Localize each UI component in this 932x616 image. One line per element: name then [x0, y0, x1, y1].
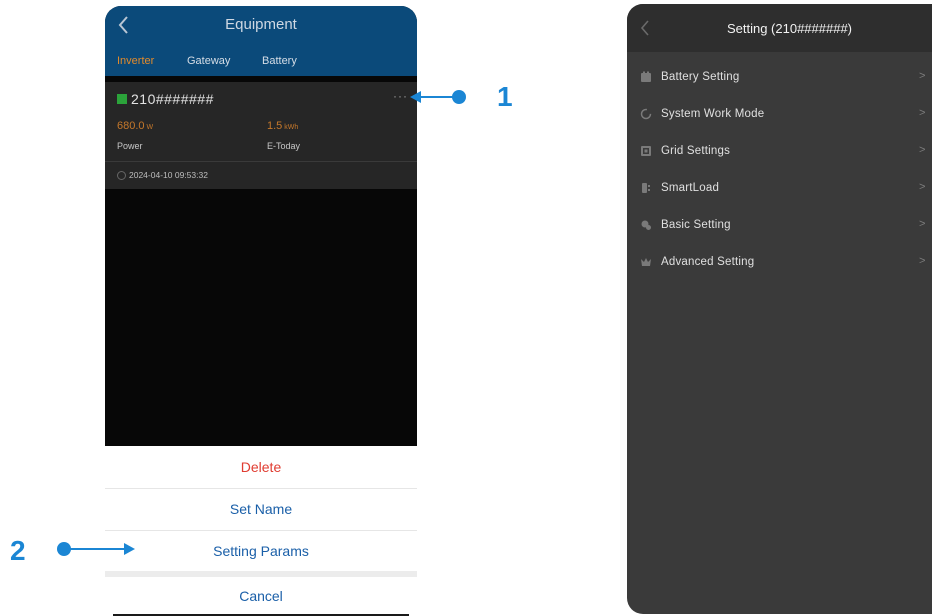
page-title: Equipment: [225, 16, 297, 33]
power-label: Power: [117, 141, 143, 151]
cancel-button[interactable]: Cancel: [105, 588, 417, 604]
more-options-icon[interactable]: ···: [393, 89, 408, 103]
setting-header: Setting (210#######): [627, 4, 932, 52]
sheet-gap: [105, 571, 417, 577]
divider: [105, 488, 417, 489]
divider: [105, 161, 417, 162]
callout-2-number: 2: [10, 535, 26, 566]
menu-item-label: Grid Settings: [661, 145, 731, 157]
menu-item-system-work-mode[interactable]: System Work Mode >: [627, 96, 932, 133]
etoday-label: E-Today: [267, 141, 301, 151]
power-value: 680.0 W: [117, 120, 153, 132]
chevron-right-icon: >: [919, 144, 926, 156]
arrow-right-icon: [124, 543, 135, 555]
tab-gateway[interactable]: Gateway: [187, 55, 230, 67]
chevron-right-icon: >: [919, 107, 926, 119]
equipment-screen: Equipment Inverter Gateway Battery 210##…: [105, 6, 417, 616]
action-sheet: Delete Set Name Setting Params Cancel: [105, 446, 417, 616]
etoday-number: 1.5: [267, 120, 283, 132]
crown-icon: [640, 256, 652, 268]
device-status-icon: [117, 94, 127, 104]
etoday-unit: kWh: [284, 124, 299, 131]
menu-item-label: System Work Mode: [661, 108, 765, 120]
refresh-icon: [640, 108, 652, 120]
menu-item-label: Basic Setting: [661, 219, 731, 231]
settings-icon: [640, 219, 652, 231]
clock-icon: [117, 171, 126, 180]
power-number: 680.0: [117, 120, 145, 132]
menu-item-battery-setting[interactable]: Battery Setting >: [627, 59, 932, 96]
smartload-icon: [640, 182, 652, 194]
device-card[interactable]: 210####### ··· 680.0 W Power 1.5 kWh E-Tod…: [105, 82, 417, 189]
grid-icon: [640, 145, 652, 157]
callout-1-number: 1: [497, 81, 513, 112]
divider: [105, 530, 417, 531]
power-unit: W: [146, 124, 154, 131]
etoday-value: 1.5 kWh: [267, 120, 298, 132]
menu-item-label: Advanced Setting: [661, 256, 755, 268]
update-timestamp: 2024-04-10 09:53:32: [129, 170, 208, 180]
chevron-right-icon: >: [919, 255, 926, 267]
chevron-right-icon: >: [919, 70, 926, 82]
setting-params-button[interactable]: Setting Params: [105, 543, 417, 559]
callout-2-line: [64, 548, 126, 550]
menu-item-grid-settings[interactable]: Grid Settings >: [627, 133, 932, 170]
page-title: Setting (210#######): [726, 21, 853, 36]
arrow-left-icon: [410, 91, 421, 103]
menu-item-smartload[interactable]: SmartLoad >: [627, 170, 932, 207]
menu-item-label: SmartLoad: [661, 182, 720, 194]
menu-item-label: Battery Setting: [661, 71, 740, 83]
equipment-header: Equipment Inverter Gateway Battery: [105, 6, 417, 76]
set-name-button[interactable]: Set Name: [105, 501, 417, 517]
menu-item-basic-setting[interactable]: Basic Setting >: [627, 207, 932, 244]
callout-1-dot: [452, 90, 466, 104]
battery-icon: [640, 71, 652, 83]
device-serial: 210#######: [131, 91, 214, 107]
setting-screen: Setting (210#######) Battery Setting > S…: [627, 4, 932, 614]
tab-inverter[interactable]: Inverter: [117, 55, 154, 67]
tab-battery[interactable]: Battery: [262, 55, 297, 67]
delete-button[interactable]: Delete: [105, 459, 417, 475]
menu-item-advanced-setting[interactable]: Advanced Setting >: [627, 244, 932, 281]
chevron-right-icon: >: [919, 181, 926, 193]
chevron-right-icon: >: [919, 218, 926, 230]
